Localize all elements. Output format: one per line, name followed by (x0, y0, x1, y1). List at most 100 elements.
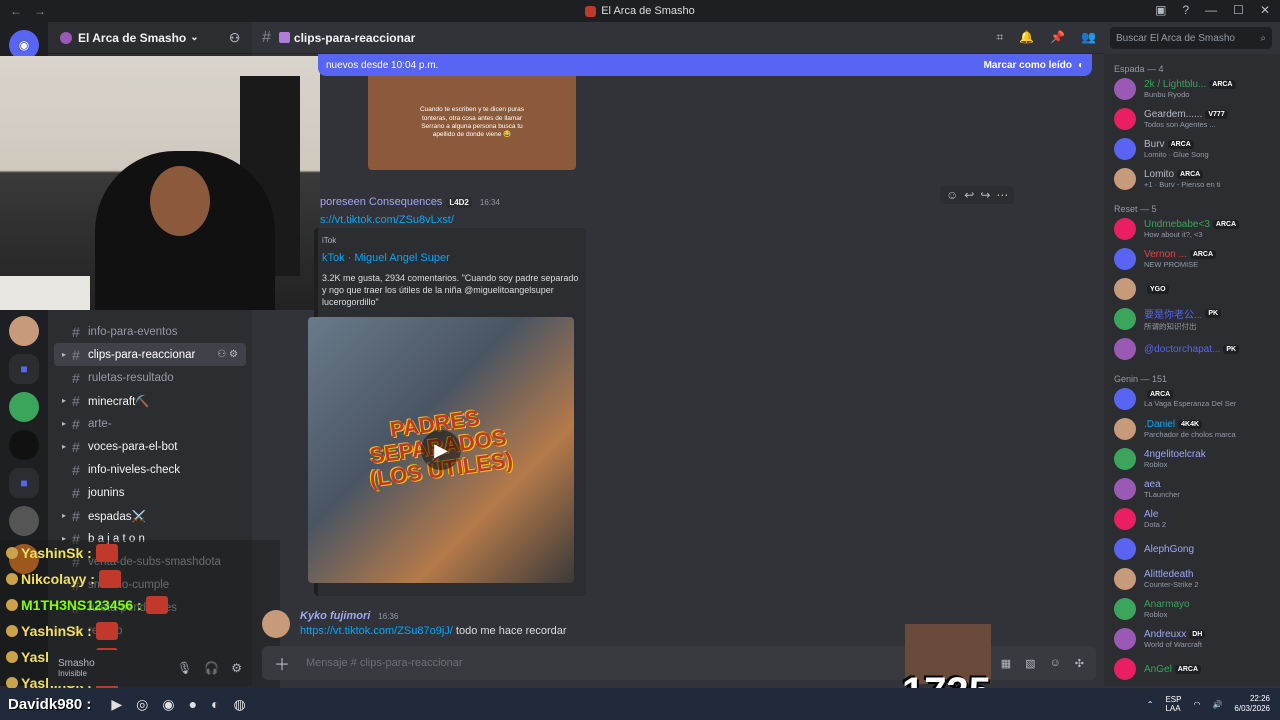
lang-code-2: LAA (1165, 704, 1181, 713)
avatar[interactable] (262, 610, 290, 638)
server-avatar-icon[interactable] (9, 316, 39, 346)
window-titlebar: ← → El Arca de Smasho ▣ ? — ☐ ✕ (0, 0, 1280, 22)
channel-item[interactable]: ▸ # clips-para-reaccionar ⚇ ⚙ (54, 343, 246, 366)
inbox-icon[interactable]: ▣ (1155, 3, 1166, 17)
channel-item[interactable]: ▸ # minecraft⛏️ (48, 389, 252, 412)
message-link[interactable]: s://vt.tiktok.com/ZSu8vLxst/ (320, 214, 454, 226)
gif-icon[interactable]: ▦ (1001, 657, 1011, 670)
server-folder-icon[interactable]: ■ (9, 354, 39, 384)
stream-chat-line: YashinSk : (0, 618, 280, 644)
chrome-icon[interactable]: ● (189, 696, 197, 713)
reply-icon[interactable]: ↩ (964, 188, 974, 202)
member-item[interactable]: Andreuxx DH World of Warcraft (1104, 624, 1280, 654)
attach-plus-icon[interactable]: ＋ (274, 651, 290, 675)
user-status: Invisible (58, 669, 87, 678)
microphone-icon[interactable]: 🎙 (177, 661, 192, 675)
video-thumbnail-previous[interactable]: Cuando te escriben y te dicen puras tont… (368, 76, 576, 170)
member-list-icon[interactable]: 👥 (1081, 30, 1096, 45)
member-item[interactable]: @doctorchapat... PK (1104, 334, 1280, 364)
member-name: 4ngelitoelcrak (1144, 449, 1206, 460)
member-item[interactable]: Burv ARCA Lomito · Glue Song (1104, 134, 1280, 164)
mark-as-read-button[interactable]: Marcar como leído ◐ (984, 60, 1084, 71)
member-item[interactable]: Geardem...... V777 Todos son Agentes ... (1104, 104, 1280, 134)
channel-name: jounins (88, 486, 125, 499)
embed-title[interactable]: kTok · Miguel Angel Super (322, 252, 450, 264)
member-item[interactable]: Undmebabe<3 ARCA How about it?, <3 (1104, 214, 1280, 244)
member-item[interactable]: 4ngelitoelcrak Roblox (1104, 444, 1280, 474)
message-author[interactable]: Kyko fujimori (300, 610, 370, 622)
help-icon[interactable]: ? (1182, 3, 1189, 17)
discord-icon[interactable]: ◐ (211, 696, 219, 713)
play-app-icon[interactable]: ▶ (111, 696, 122, 713)
new-messages-bar[interactable]: nuevos desde 10:04 p.m. Marcar como leíd… (318, 54, 1092, 76)
hash-icon: # (72, 369, 80, 386)
invite-people-icon[interactable]: ⚇ (229, 31, 240, 45)
browser-icon[interactable]: ◉ (162, 696, 174, 713)
member-item[interactable]: Vernon ... ARCA NEW PROMISE (1104, 244, 1280, 274)
member-item[interactable]: AlephGong (1104, 534, 1280, 564)
channel-item[interactable]: # info-para-eventos (48, 320, 252, 343)
server-badge-icon (60, 31, 72, 44)
play-icon[interactable]: ▶ (421, 430, 461, 470)
obs-icon[interactable]: ◎ (136, 696, 148, 713)
unread-indicator-icon: ▸ (62, 396, 67, 405)
forward-icon[interactable]: ↪ (980, 188, 990, 202)
search-input[interactable]: Buscar El Arca de Smasho ⌕ (1110, 27, 1272, 49)
mark-as-read-label: Marcar como leído (983, 59, 1072, 71)
server-folder-icon[interactable]: ■ (9, 468, 39, 498)
member-name: Geardem...... (1144, 109, 1203, 120)
back-arrow-icon[interactable]: ← (10, 4, 22, 18)
member-item[interactable]: .Daniel 4K4K Parchador de cholos marca (1104, 414, 1280, 444)
message-author[interactable]: poreseen Consequences (320, 196, 442, 208)
embed-video[interactable]: PADRES SEPARADOS (LOS ÚTILES) ▶ (308, 317, 574, 583)
member-tag-badge: ARCA (1174, 664, 1202, 674)
wifi-icon[interactable]: ◠ (1193, 700, 1200, 709)
channel-item[interactable]: # ruletas-resultado (48, 366, 252, 389)
channel-item[interactable]: ▸ # arte- (48, 412, 252, 435)
channel-item[interactable]: # info-niveles-check (48, 458, 252, 481)
smash-server-icon[interactable] (9, 430, 39, 460)
member-item[interactable]: Anarmayo Roblox (1104, 594, 1280, 624)
forward-arrow-icon[interactable]: → (34, 4, 46, 18)
close-icon[interactable]: ✕ (1260, 3, 1270, 17)
notification-bell-icon[interactable]: 🔔 (1019, 30, 1034, 45)
channel-item[interactable]: # jounins (48, 481, 252, 504)
channel-item[interactable]: ▸ # espadas⚔️ (48, 504, 252, 527)
member-item[interactable]: 2k / Lightblu... ARCA Bunbu Ryodo (1104, 74, 1280, 104)
avatar (1114, 568, 1136, 590)
message-link[interactable]: https://vt.tiktok.com/ZSu87o9jJ/ (300, 625, 453, 637)
server-header[interactable]: El Arca de Smasho ⌄ ⚇ (48, 22, 252, 54)
chat-badge-icon (6, 599, 18, 611)
minimize-icon[interactable]: — (1205, 3, 1217, 17)
emoji-icon[interactable]: ☺ (1050, 657, 1061, 670)
threads-icon[interactable]: ⌗ (996, 30, 1003, 45)
member-tag-badge: YGO (1147, 284, 1169, 294)
member-item[interactable]: Lomito ARCA +1 · Burv - Pienso en ti (1104, 164, 1280, 194)
tray-chevron-icon[interactable]: ⌃ (1147, 700, 1154, 709)
member-name: Alittledeath (1144, 569, 1194, 580)
member-item[interactable]: Alittledeath Counter-Strike 2 (1104, 564, 1280, 594)
apps-icon[interactable]: ✣ (1075, 657, 1084, 670)
member-item[interactable]: YGO (1104, 274, 1280, 304)
server-icon[interactable] (9, 506, 39, 536)
pin-icon[interactable]: 📌 (1050, 30, 1065, 45)
hash-icon: # (262, 28, 271, 46)
clock[interactable]: 22:26 6/03/2026 (1234, 694, 1270, 715)
volume-icon[interactable]: 🔊 (1212, 700, 1222, 709)
channel-item[interactable]: ▸ # voces-para-el-bot (48, 435, 252, 458)
steam-icon[interactable]: ◍ (234, 696, 246, 713)
plant-server-icon[interactable] (9, 392, 39, 422)
reaction-emoji-icon[interactable]: ☺ (946, 188, 958, 202)
maximize-icon[interactable]: ☐ (1233, 3, 1244, 17)
member-item[interactable]: AnGel ARCA (1104, 654, 1280, 684)
settings-gear-icon[interactable]: ⚙ (231, 661, 242, 675)
member-item[interactable]: Ale Dota 2 (1104, 504, 1280, 534)
headphones-icon[interactable]: 🎧 (204, 661, 219, 675)
member-item[interactable]: ARCA La Vaga Esperanza Del Ser (1104, 384, 1280, 414)
more-options-icon[interactable]: ⋯ (996, 188, 1008, 202)
sticker-icon[interactable]: ▧ (1025, 657, 1035, 670)
member-item[interactable]: 要是你老公... PK 所谓的知识付出 (1104, 304, 1280, 334)
member-name: 要是你老公... (1144, 310, 1203, 321)
member-item[interactable]: aea TLauncher (1104, 474, 1280, 504)
channel-settings-icon[interactable]: ⚇ ⚙ (217, 349, 238, 360)
